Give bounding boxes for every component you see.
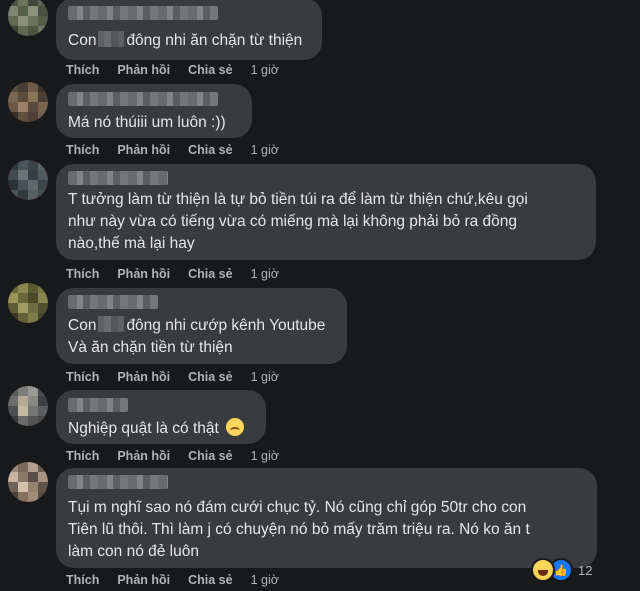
author-name[interactable] <box>68 295 158 309</box>
reply-button[interactable]: Phản hồi <box>117 573 170 587</box>
timestamp[interactable]: 1 giờ <box>251 370 279 384</box>
comment-bubble: Tụi m nghĩ sao nó đám cưới chục tỷ. Nó c… <box>56 468 597 568</box>
share-button[interactable]: Chia sẻ <box>188 573 232 587</box>
reactions-summary[interactable]: 👍 12 <box>531 558 593 582</box>
share-button[interactable]: Chia sẻ <box>188 370 232 384</box>
share-button[interactable]: Chia sẻ <box>188 449 232 463</box>
timestamp[interactable]: 1 giờ <box>251 63 279 77</box>
share-button[interactable]: Chia sẻ <box>188 143 232 157</box>
reply-button[interactable]: Phản hồi <box>117 63 170 77</box>
redacted-block <box>98 31 125 47</box>
author-name[interactable] <box>68 171 168 185</box>
timestamp[interactable]: 1 giờ <box>251 573 279 587</box>
author-name[interactable] <box>68 92 218 106</box>
share-button[interactable]: Chia sẻ <box>188 267 232 281</box>
like-button[interactable]: Thích <box>66 63 99 77</box>
like-button[interactable]: Thích <box>66 449 99 463</box>
comment-bubble: Con đông nhi ăn chặn từ thiện <box>56 0 322 60</box>
author-name[interactable] <box>68 6 218 20</box>
haha-icon <box>531 558 555 582</box>
timestamp[interactable]: 1 giờ <box>251 267 279 281</box>
author-name[interactable] <box>68 398 128 412</box>
redacted-block <box>98 316 125 332</box>
reply-button[interactable]: Phản hồi <box>117 267 170 281</box>
like-button[interactable]: Thích <box>66 370 99 384</box>
avatar[interactable] <box>8 386 48 426</box>
avatar[interactable] <box>8 283 48 323</box>
comment-bubble: T tưởng làm từ thiện là tự bỏ tiền túi r… <box>56 164 596 260</box>
avatar[interactable] <box>8 462 48 502</box>
comment-text: Tụi m nghĩ sao nó đám cưới chục tỷ. Nó c… <box>68 499 530 560</box>
author-name[interactable] <box>68 475 168 489</box>
reply-button[interactable]: Phản hồi <box>117 449 170 463</box>
comment-bubble: Con đông nhi cướp kênh Youtube Và ăn chặn… <box>56 288 347 364</box>
like-button[interactable]: Thích <box>66 267 99 281</box>
avatar[interactable] <box>8 82 48 122</box>
comment-bubble: Nghiệp quật là có thật <box>56 390 266 444</box>
timestamp[interactable]: 1 giờ <box>251 449 279 463</box>
avatar[interactable] <box>8 160 48 200</box>
reply-button[interactable]: Phản hồi <box>117 370 170 384</box>
upside-down-face-icon <box>226 418 245 436</box>
comment-text: Nghiệp quật là có thật <box>68 418 254 440</box>
like-button[interactable]: Thích <box>66 573 99 587</box>
reaction-count: 12 <box>578 562 593 578</box>
comment-text: Con đông nhi ăn chặn từ thiện <box>68 31 303 49</box>
comment-text: Con đông nhi cướp kênh Youtube Và ăn chặn… <box>68 316 326 356</box>
avatar[interactable] <box>8 0 48 36</box>
share-button[interactable]: Chia sẻ <box>188 63 232 77</box>
comment-text: Má nó thúiii um luôn :)) <box>68 114 226 131</box>
comment-bubble: Má nó thúiii um luôn :)) <box>56 84 252 138</box>
like-button[interactable]: Thích <box>66 143 99 157</box>
timestamp[interactable]: 1 giờ <box>251 143 279 157</box>
comment-text: T tưởng làm từ thiện là tự bỏ tiền túi r… <box>68 191 528 252</box>
reply-button[interactable]: Phản hồi <box>117 143 170 157</box>
